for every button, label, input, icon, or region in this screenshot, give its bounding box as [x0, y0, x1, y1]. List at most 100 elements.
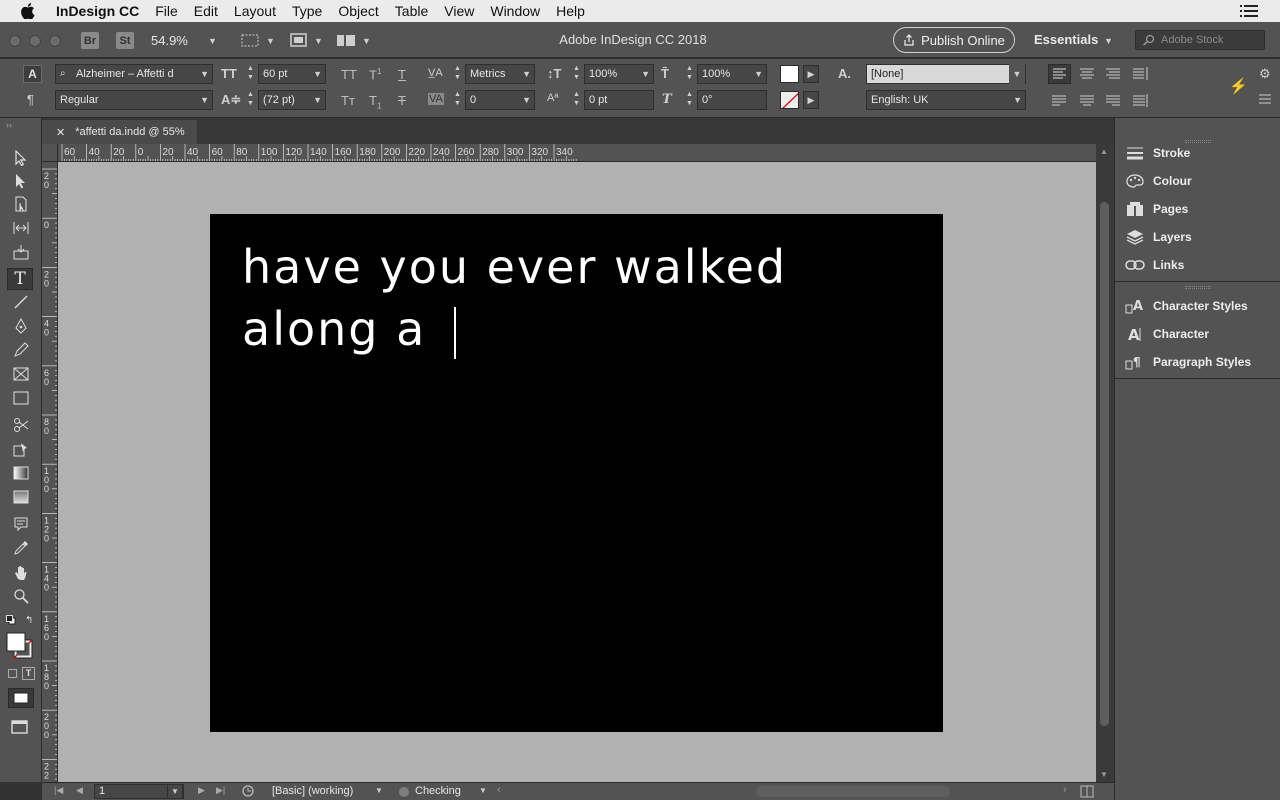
publish-online-button[interactable]: Publish Online — [893, 27, 1015, 53]
fill-swatch[interactable] — [780, 65, 799, 83]
scroll-left-icon[interactable]: ‹ — [497, 784, 501, 796]
stroke-swatch-menu-icon[interactable]: ▶ — [803, 91, 819, 109]
paragraph-formatting-icon[interactable]: ¶ — [27, 92, 34, 107]
baseline-shift-field[interactable]: 0 pt — [584, 90, 654, 110]
swap-colors-icon[interactable]: ↰ — [25, 615, 33, 626]
document-tab[interactable]: ✕ *affetti da.indd @ 55% — [42, 120, 197, 144]
content-collector-tool[interactable] — [10, 242, 32, 262]
formatting-container-icon[interactable] — [8, 669, 17, 678]
rectangle-frame-tool[interactable] — [10, 364, 32, 384]
hand-tool[interactable] — [10, 562, 32, 582]
panel-pages[interactable]: Pages — [1125, 197, 1188, 221]
leading-stepper[interactable]: ▲ ▼ — [247, 90, 255, 110]
justify-all-button[interactable] — [1131, 92, 1149, 110]
menu-layout[interactable]: Layout — [234, 3, 276, 19]
control-panel-menu-icon[interactable] — [1258, 93, 1272, 105]
panel-links[interactable]: Links — [1125, 253, 1184, 277]
preflight-profile[interactable]: [Basic] (working) — [272, 785, 353, 797]
menu-file[interactable]: File — [155, 3, 178, 19]
font-size-field[interactable]: 60 pt ▼ — [258, 64, 326, 84]
character-style-dropdown-icon[interactable]: ▼ — [1009, 64, 1025, 84]
menu-object[interactable]: Object — [338, 3, 378, 19]
panel-paragraph-styles[interactable]: ¶ Paragraph Styles — [1125, 350, 1251, 374]
horizontal-scale-stepper[interactable]: ▲ ▼ — [686, 64, 694, 84]
collapse-tools-icon[interactable]: ›› — [6, 120, 12, 130]
align-center-button[interactable] — [1078, 65, 1096, 83]
kerning-stepper[interactable]: ▲ ▼ — [454, 64, 462, 84]
eyedropper-tool[interactable] — [10, 538, 32, 558]
align-towards-spine-button[interactable] — [1131, 65, 1149, 83]
notification-list-icon[interactable] — [1240, 4, 1258, 18]
preflight-profile-dropdown-icon[interactable]: ▼ — [375, 786, 383, 795]
font-size-dropdown-icon[interactable]: ▼ — [313, 69, 322, 79]
note-tool[interactable] — [10, 514, 32, 534]
scroll-up-icon[interactable]: ▲ — [1100, 147, 1108, 156]
text-frame[interactable]: have you ever walked along a — [242, 236, 882, 360]
quick-apply-icon[interactable]: ⚡ — [1229, 77, 1248, 95]
panel-group-grip-2[interactable] — [1185, 286, 1211, 289]
control-settings-icon[interactable]: ⚙ — [1259, 66, 1271, 82]
baseline-shift-stepper[interactable]: ▲ ▼ — [573, 90, 581, 110]
scroll-right-icon[interactable]: › — [1063, 784, 1067, 796]
direct-selection-tool[interactable] — [10, 171, 32, 191]
align-left-button[interactable] — [1048, 64, 1071, 84]
zoom-tool[interactable] — [10, 586, 32, 606]
split-window-icon[interactable] — [1080, 785, 1094, 798]
menu-edit[interactable]: Edit — [194, 3, 218, 19]
selection-tool[interactable] — [10, 148, 32, 168]
vertical-scale-field[interactable]: 100% ▼ — [584, 64, 654, 84]
vertical-scale-stepper[interactable]: ▲ ▼ — [573, 64, 581, 84]
screen-mode-tool[interactable] — [10, 718, 30, 736]
subscript-icon[interactable]: T1 — [369, 93, 381, 111]
font-style-field[interactable]: Regular ▼ — [55, 90, 213, 110]
language-dropdown-icon[interactable]: ▼ — [1013, 95, 1022, 105]
superscript-icon[interactable]: T1 — [369, 67, 381, 82]
page-tool[interactable] — [10, 194, 32, 214]
stroke-swatch[interactable] — [780, 91, 799, 109]
strikethrough-icon[interactable]: T — [398, 93, 406, 108]
panel-character[interactable]: A Character — [1125, 322, 1209, 346]
vertical-scroll-thumb[interactable] — [1100, 202, 1109, 726]
vertical-scrollbar[interactable]: ▲ ▼ — [1096, 144, 1114, 782]
vertical-ruler[interactable]: 2002040608010012014016018020022 — [42, 162, 58, 782]
skew-field[interactable]: 0° — [697, 90, 767, 110]
close-tab-icon[interactable]: ✕ — [56, 126, 65, 139]
skew-stepper[interactable]: ▲ ▼ — [686, 90, 694, 110]
panel-layers[interactable]: Layers — [1125, 225, 1192, 249]
character-style-field[interactable]: [None] ▼ — [866, 64, 1026, 84]
font-family-field[interactable]: ⌕ Alzheimer – Affetti d ▼ — [55, 64, 213, 84]
font-family-dropdown-icon[interactable]: ▼ — [200, 69, 209, 79]
default-colors-icon[interactable] — [6, 615, 16, 625]
menu-type[interactable]: Type — [292, 3, 322, 19]
panel-stroke[interactable]: Stroke — [1125, 141, 1190, 165]
gradient-feather-tool[interactable] — [10, 487, 32, 507]
horizontal-scroll-thumb[interactable] — [756, 786, 950, 797]
horizontal-ruler[interactable]: 60 40 20 0 20 40 60 80 100 120 140 160 180 200 220 240 2… — [58, 144, 1096, 162]
panel-character-styles[interactable]: A Character Styles — [1125, 294, 1248, 318]
all-caps-icon[interactable]: TT — [341, 67, 357, 82]
type-tool[interactable]: T — [7, 268, 33, 290]
adobe-stock-search[interactable]: Adobe Stock — [1135, 30, 1265, 50]
align-right-button[interactable] — [1104, 65, 1122, 83]
vertical-scale-dropdown-icon[interactable]: ▼ — [641, 69, 650, 79]
page-dropdown-icon[interactable]: ▼ — [167, 784, 183, 799]
pasteboard[interactable]: have you ever walked along a — [58, 162, 1096, 782]
free-transform-tool[interactable] — [10, 439, 32, 459]
small-caps-icon[interactable]: Tт — [341, 93, 355, 108]
panel-colour[interactable]: Colour — [1125, 169, 1192, 193]
justify-right-button[interactable] — [1104, 92, 1122, 110]
menu-help[interactable]: Help — [556, 3, 585, 19]
justify-left-button[interactable] — [1050, 92, 1068, 110]
open-document-icon[interactable] — [242, 785, 256, 798]
app-menu[interactable]: InDesign CC — [56, 3, 139, 19]
leading-dropdown-icon[interactable]: ▼ — [313, 95, 322, 105]
apply-color-icon[interactable] — [8, 688, 34, 708]
first-page-icon[interactable]: |◀ — [54, 785, 63, 796]
font-style-dropdown-icon[interactable]: ▼ — [200, 95, 209, 105]
underline-icon[interactable]: T — [398, 67, 406, 82]
menu-view[interactable]: View — [444, 3, 474, 19]
workspace-switcher[interactable]: Essentials — [1034, 32, 1098, 47]
fill-stroke-proxy[interactable] — [6, 632, 34, 660]
kerning-field[interactable]: Metrics ▼ — [465, 64, 535, 84]
formatting-text-icon[interactable]: T — [22, 667, 35, 680]
